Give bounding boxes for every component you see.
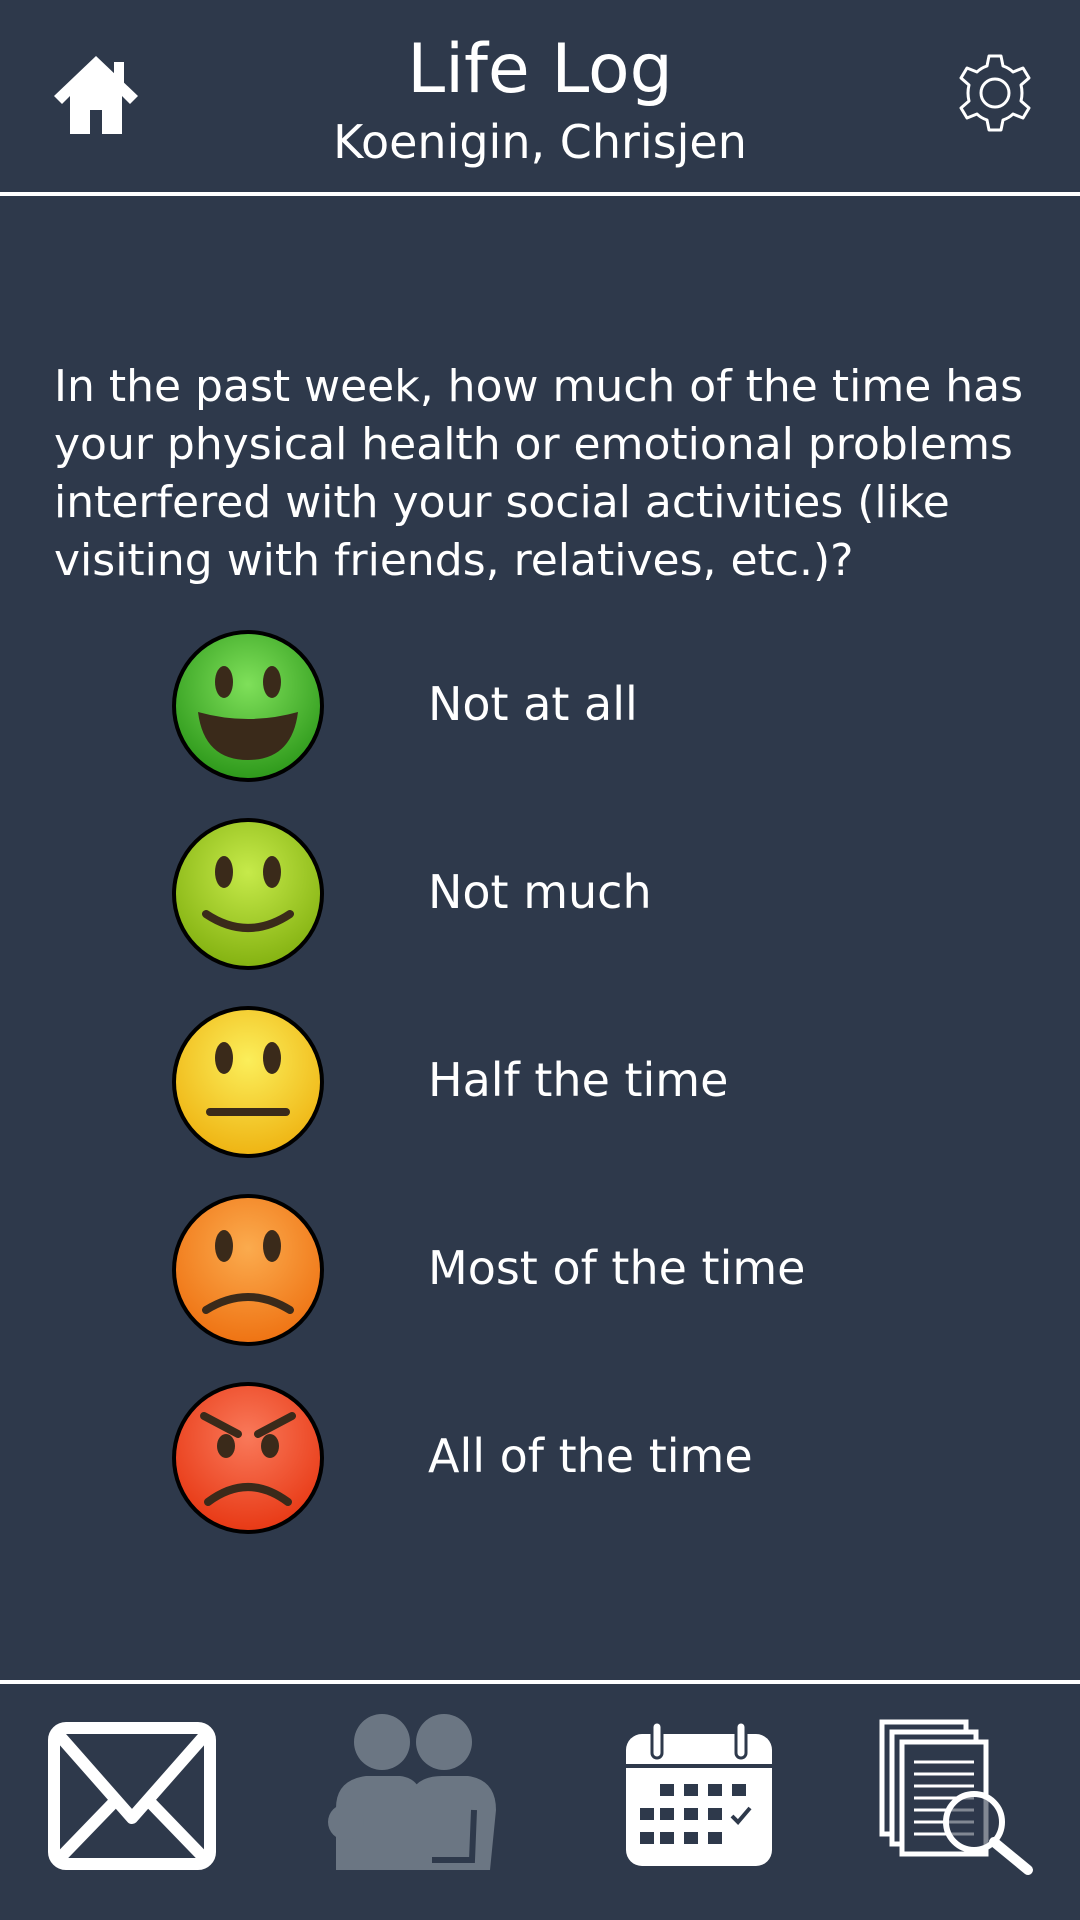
question-text: In the past week, how much of the time h…: [54, 361, 1024, 586]
answer-option-all-of-the-time[interactable]: All of the time: [160, 1378, 920, 1538]
neutral-face-icon: [172, 1006, 324, 1158]
frown-face-icon: [172, 1194, 324, 1346]
gear-icon: [959, 54, 1031, 132]
footer-divider: [0, 1680, 1080, 1684]
nav-calendar-button[interactable]: [624, 1720, 774, 1868]
big-smile-face-icon: [172, 630, 324, 782]
answer-option-not-much[interactable]: Not much: [160, 814, 920, 974]
answer-option-half-the-time[interactable]: Half the time: [160, 1002, 920, 1162]
option-label: Not at all: [428, 677, 638, 731]
angry-face-icon: [172, 1382, 324, 1534]
mail-icon: [48, 1722, 216, 1870]
answer-option-most-of-the-time[interactable]: Most of the time: [160, 1190, 920, 1350]
people-icon: [328, 1714, 496, 1870]
nav-messages-button[interactable]: [48, 1722, 216, 1870]
page-title: Life Log: [407, 30, 673, 109]
option-label: Not much: [428, 865, 652, 919]
smile-face-icon: [172, 818, 324, 970]
settings-button[interactable]: [952, 50, 1038, 136]
documents-search-icon: [879, 1719, 1033, 1875]
option-label: Half the time: [428, 1053, 729, 1107]
option-label: Most of the time: [428, 1241, 806, 1295]
calendar-icon: [626, 1720, 772, 1866]
answer-option-not-at-all[interactable]: Not at all: [160, 626, 920, 786]
app-header: Life Log Koenigin, Chrisjen: [0, 0, 1080, 193]
patient-name: Koenigin, Chrisjen: [333, 115, 747, 169]
nav-records-search-button[interactable]: [878, 1718, 1038, 1876]
header-divider: [0, 192, 1080, 196]
option-label: All of the time: [428, 1429, 753, 1483]
nav-care-team-button[interactable]: [322, 1710, 498, 1876]
